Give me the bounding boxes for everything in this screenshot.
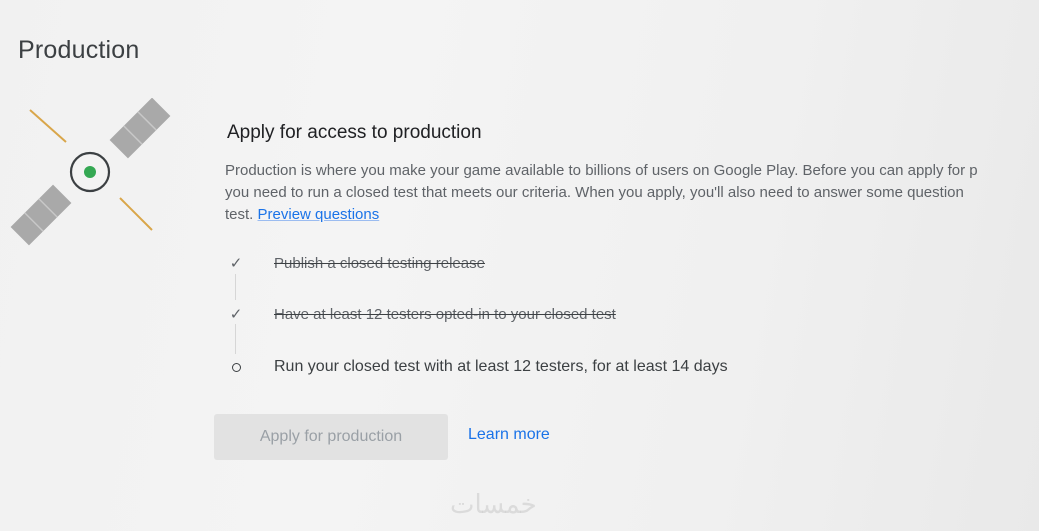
watermark: خمسات	[450, 490, 537, 520]
description-line: Production is where you make your game a…	[225, 162, 978, 179]
requirement-label: Have at least 12 testers opted-in to you…	[274, 305, 616, 323]
description-line: test. Preview questions	[225, 204, 1039, 226]
requirement-label: Run your closed test with at least 12 te…	[274, 358, 728, 375]
requirement-label: Publish a closed testing release	[274, 254, 485, 272]
section-title: Apply for access to production	[227, 122, 482, 143]
description-prefix: test.	[225, 206, 258, 223]
learn-more-link[interactable]: Learn more	[468, 426, 550, 444]
description-line: you need to run a closed test that meets…	[225, 184, 964, 201]
section-description: Production is where you make your game a…	[225, 160, 1039, 226]
check-icon: ✓	[229, 255, 243, 272]
circle-icon	[226, 357, 246, 377]
check-icon: ✓	[229, 306, 243, 323]
requirement-item: ✓ Publish a closed testing release	[226, 248, 485, 278]
requirement-item: Run your closed test with at least 12 te…	[226, 352, 728, 382]
preview-questions-link[interactable]: Preview questions	[258, 206, 380, 223]
apply-for-production-button[interactable]: Apply for production	[214, 414, 448, 460]
requirement-item: ✓ Have at least 12 testers opted-in to y…	[226, 299, 616, 329]
satellite-icon	[8, 97, 178, 253]
page-title: Production	[18, 36, 140, 64]
requirements-list: ✓ Publish a closed testing release ✓ Hav…	[226, 248, 926, 388]
